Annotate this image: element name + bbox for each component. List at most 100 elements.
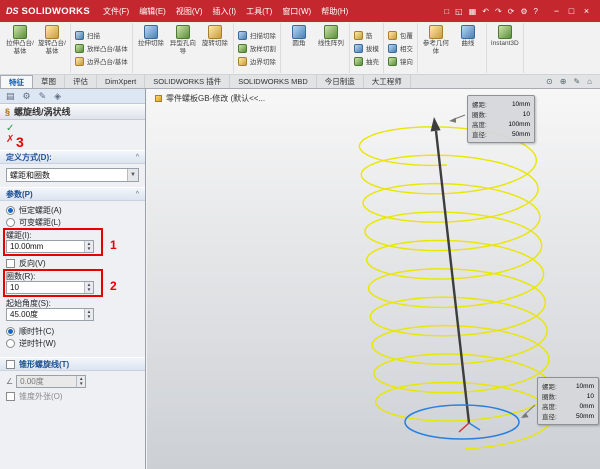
graphics-area[interactable]: 零件螺板GB-修改 (默认<<... 螺距:10mm圈数:10高度:100mm直… — [147, 89, 600, 469]
collapse-chevron-icon: ^ — [136, 191, 139, 198]
loft-icon — [75, 44, 84, 53]
revolutions-input[interactable]: 10 ▲▼ — [6, 281, 94, 294]
axis-line[interactable] — [436, 131, 469, 423]
tab-草图[interactable]: 草图 — [33, 75, 65, 88]
boundary-cut-button[interactable]: 边界切除 — [236, 55, 278, 67]
reference-geometry-button[interactable]: 参考几何体 — [420, 23, 452, 57]
open-icon[interactable]: ◱ — [455, 7, 463, 16]
revolved-cut-button[interactable]: 旋转切除 — [199, 23, 231, 50]
extruded-cut-button[interactable]: 拉伸切除 — [135, 23, 167, 50]
wrap-button[interactable]: 包覆 — [386, 29, 415, 41]
solidworks-logo-text: SOLIDWORKS — [22, 6, 90, 17]
display-pane-tab-icon[interactable]: ◈ — [54, 91, 61, 102]
close-button[interactable]: × — [579, 6, 594, 16]
menu-item-5[interactable]: 窗口(W) — [277, 0, 316, 22]
clockwise-radio-row[interactable]: 顺时针(C) — [6, 325, 139, 337]
fillet-button[interactable]: 圆角 — [283, 23, 315, 50]
tab-DimXpert[interactable]: DimXpert — [97, 75, 145, 88]
counterclockwise-radio[interactable] — [6, 339, 15, 348]
definition-method-dropdown[interactable]: 螺距和圈数 ▼ — [6, 168, 139, 182]
save-icon[interactable]: ▦ — [469, 7, 477, 16]
boundary-boss-button[interactable]: 边界凸台/基体 — [73, 55, 130, 67]
property-manager-panel: ▤⚙✎◈ § 螺旋线/涡状线 ✓ ✗ 3 定义方式(D): ^ 螺距和圈数 ▼ … — [0, 89, 146, 469]
tab-今日制造[interactable]: 今日制造 — [317, 75, 364, 88]
propertymanager-tab-icon[interactable]: ▤ — [6, 91, 15, 102]
rib-button[interactable]: 筋 — [352, 29, 375, 41]
taper-helix-checkbox[interactable] — [6, 360, 15, 369]
shell-button[interactable]: 抽壳 — [352, 55, 381, 67]
intersect-icon — [388, 44, 397, 53]
maximize-button[interactable]: □ — [564, 6, 579, 16]
helix-bottom-callout[interactable]: 螺距:10mm圈数:10高度:0mm直径:50mm — [537, 377, 599, 425]
constant-pitch-radio-row[interactable]: 恒定螺距(A) — [6, 204, 139, 216]
pitch-input[interactable]: 10.00mm ▲▼ — [6, 240, 94, 253]
zoom-icon[interactable]: ⊕ — [560, 77, 567, 86]
tab-SOLIDWORKS MBD[interactable]: SOLIDWORKS MBD — [230, 75, 317, 88]
annotate-icon[interactable]: ✎ — [573, 77, 580, 86]
counterclockwise-radio-row[interactable]: 逆时针(W) — [6, 337, 139, 349]
redo-icon[interactable]: ↷ — [495, 7, 502, 16]
menu-item-6[interactable]: 帮助(H) — [316, 0, 353, 22]
tab-评估[interactable]: 评估 — [65, 75, 97, 88]
taper-helix-section-header[interactable]: 锥形螺旋线(T) — [0, 357, 145, 371]
minimize-button[interactable]: − — [549, 6, 564, 16]
taper-angle-input[interactable]: 0.00度 ▲▼ — [16, 375, 86, 388]
tab-SOLIDWORKS 插件[interactable]: SOLIDWORKS 插件 — [145, 75, 230, 88]
help-icon[interactable]: ? — [534, 7, 538, 16]
variable-pitch-radio-row[interactable]: 可变螺距(L) — [6, 216, 139, 228]
configurations-tab-icon[interactable]: ⚙ — [23, 91, 31, 102]
loft-button[interactable]: 放样凸台/基体 — [73, 42, 130, 54]
constant-pitch-radio[interactable] — [6, 206, 15, 215]
taper-outward-checkbox[interactable] — [6, 392, 15, 401]
helix-curve[interactable] — [359, 127, 552, 449]
taper-angle-spinner[interactable]: ▲▼ — [76, 376, 85, 387]
ok-button[interactable]: ✓ — [6, 123, 18, 134]
parameters-section-header[interactable]: 参数(P) ^ — [0, 187, 145, 201]
variable-pitch-radio[interactable] — [6, 218, 15, 227]
select-icon[interactable]: ⊙ — [546, 77, 553, 86]
mirror-button[interactable]: 镜向 — [386, 55, 415, 67]
boss-extrude-button[interactable]: 拉伸凸台/基体 — [4, 23, 36, 57]
ribbon-group-6: 包覆相交镜向 — [384, 23, 418, 73]
start-angle-input[interactable]: 45.00度 ▲▼ — [6, 308, 94, 321]
taper-outward-label: 锥度外张(O) — [19, 391, 63, 402]
revolutions-spinner[interactable]: ▲▼ — [84, 282, 93, 293]
options-icon[interactable]: ⚙ — [520, 7, 527, 16]
lofted-cut-button[interactable]: 放样切割 — [236, 42, 278, 54]
dimxpert-tab-icon[interactable]: ✎ — [39, 91, 47, 102]
reverse-checkbox-row[interactable]: 反向(V) — [6, 257, 139, 269]
tab-特征[interactable]: 特征 — [0, 75, 33, 88]
fillet-icon — [292, 25, 306, 39]
instant3d-button[interactable]: Instant3D — [489, 23, 521, 50]
base-circle-preview[interactable] — [405, 405, 519, 439]
menu-item-4[interactable]: 工具(T) — [241, 0, 277, 22]
undo-icon[interactable]: ↶ — [482, 7, 489, 16]
new-icon[interactable]: □ — [444, 7, 449, 16]
menu-item-2[interactable]: 视图(V) — [171, 0, 208, 22]
taper-outward-checkbox-row[interactable]: 锥度外张(O) — [0, 390, 145, 402]
intersect-button[interactable]: 相交 — [386, 42, 415, 54]
draft-button[interactable]: 拔模 — [352, 42, 381, 54]
rebuild-icon[interactable]: ⟳ — [508, 7, 515, 16]
hole-wizard-button[interactable]: 异型孔向导 — [167, 23, 199, 57]
reverse-checkbox[interactable] — [6, 259, 15, 268]
menu-item-1[interactable]: 编辑(E) — [134, 0, 171, 22]
helix-top-callout[interactable]: 螺距:10mm圈数:10高度:100mm直径:50mm — [467, 95, 535, 143]
definition-section-header[interactable]: 定义方式(D): ^ — [0, 150, 145, 164]
clockwise-radio[interactable] — [6, 327, 15, 336]
home-icon[interactable]: ⌂ — [587, 77, 592, 86]
curves-button[interactable]: 曲线 — [452, 23, 484, 50]
extruded-cut-icon — [144, 25, 158, 39]
tab-大工程师[interactable]: 大工程师 — [364, 75, 411, 88]
linear-pattern-button[interactable]: 线性阵列 — [315, 23, 347, 50]
start-angle-spinner[interactable]: ▲▼ — [84, 309, 93, 320]
menu-item-0[interactable]: 文件(F) — [98, 0, 134, 22]
annotation-number-1: 1 — [110, 238, 117, 252]
viewport-canvas[interactable] — [147, 89, 600, 469]
ribbon-group-4: 圆角线性阵列 — [281, 23, 350, 73]
pitch-spinner[interactable]: ▲▼ — [84, 241, 93, 252]
menu-item-3[interactable]: 插入(I) — [208, 0, 242, 22]
swept-cut-button[interactable]: 扫描切除 — [236, 29, 278, 41]
sweep-button[interactable]: 扫描 — [73, 29, 102, 41]
revolved-boss-button[interactable]: 旋转凸台/基体 — [36, 23, 68, 57]
